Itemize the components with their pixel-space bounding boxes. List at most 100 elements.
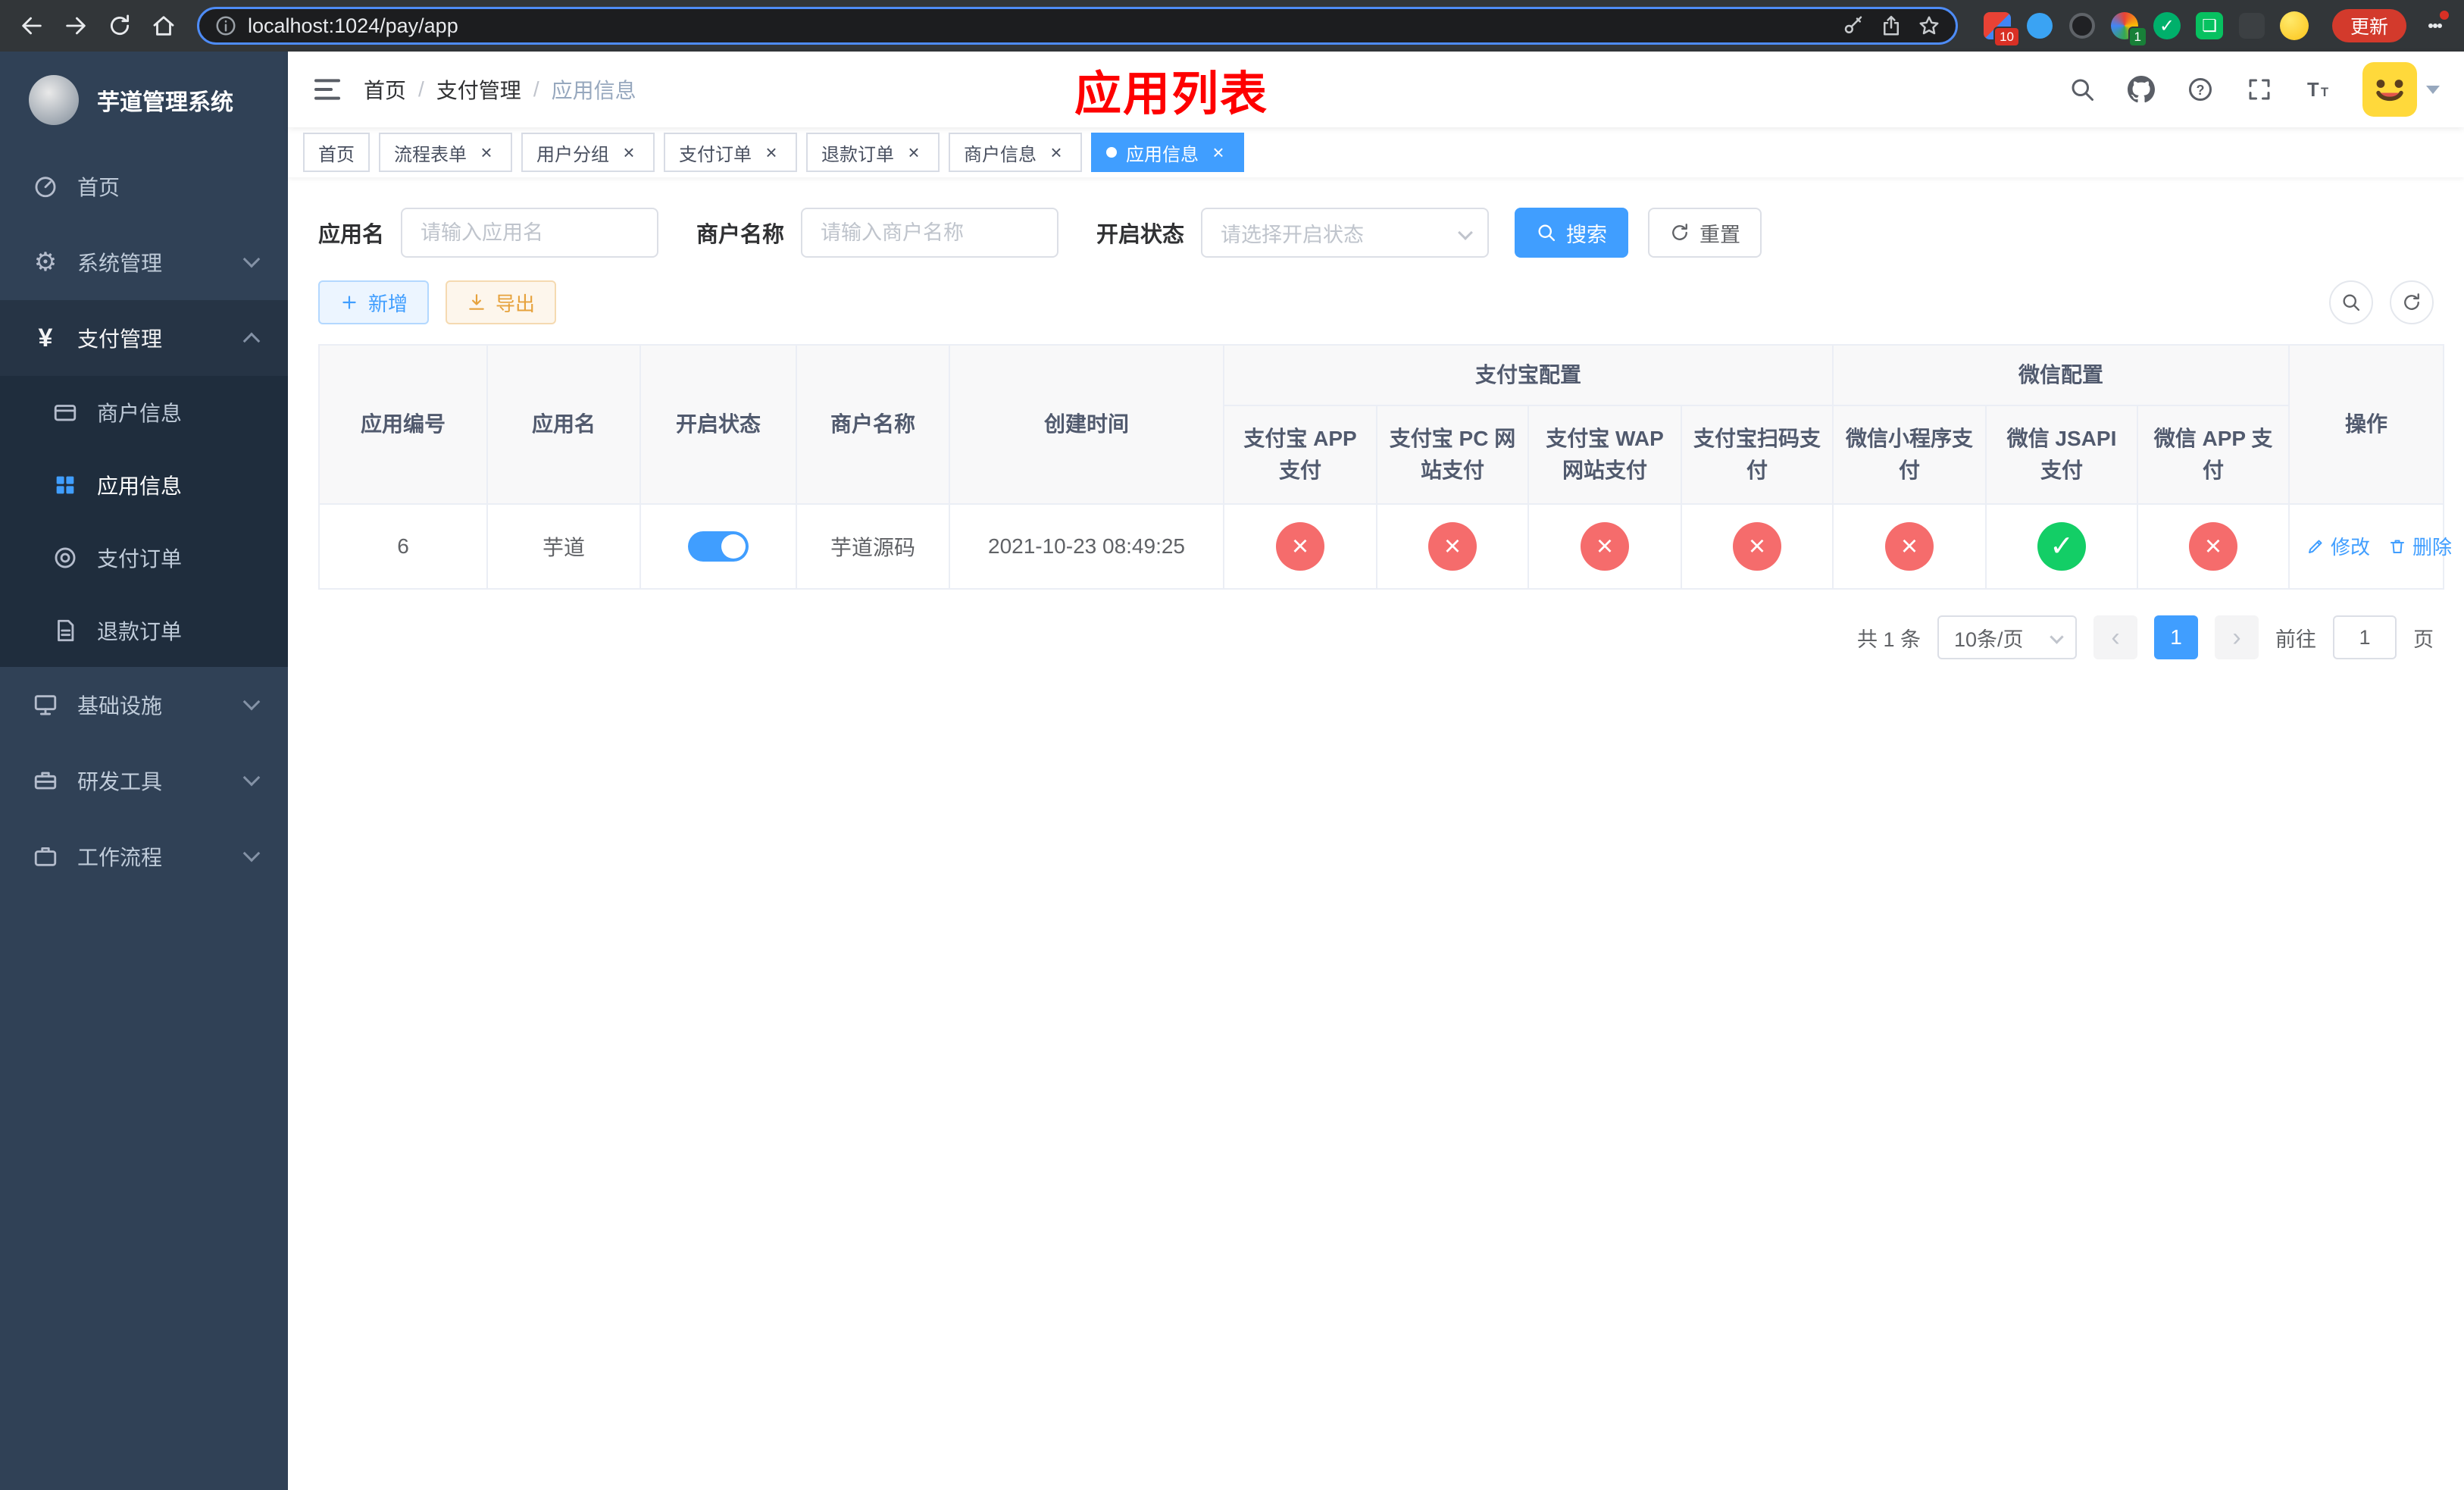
cell-app-name: 芋道 <box>486 503 641 590</box>
col-alipay-qr: 支付宝扫码支付 <box>1680 405 1834 505</box>
share-icon[interactable] <box>1880 14 1903 37</box>
password-key-icon[interactable] <box>1842 14 1865 37</box>
sidebar-item-pay-order[interactable]: 支付订单 <box>0 521 288 594</box>
sidebar-item-payment[interactable]: ¥ 支付管理 <box>0 300 288 376</box>
close-icon[interactable]: × <box>761 142 782 163</box>
sidebar-collapse-button[interactable] <box>312 74 342 105</box>
goto-suffix: 页 <box>2413 628 2434 651</box>
alipay-pc-status-icon: × <box>1428 522 1477 571</box>
chrome-update-button[interactable]: 更新 <box>2331 9 2406 42</box>
sidebar-item-label: 支付管理 <box>77 327 163 351</box>
avatar[interactable] <box>2362 62 2417 117</box>
github-icon[interactable] <box>2126 74 2156 105</box>
goto-page-input[interactable] <box>2333 615 2397 659</box>
extension-emoji-icon[interactable] <box>2279 11 2309 41</box>
chevron-down-icon <box>242 250 261 268</box>
trash-icon <box>2391 540 2405 553</box>
help-icon[interactable]: ? <box>2185 74 2215 105</box>
chevron-down-icon <box>1458 225 1473 240</box>
app-name-input[interactable] <box>401 208 659 258</box>
browser-forward-button[interactable] <box>56 6 95 45</box>
extension-dark-circle-icon[interactable] <box>2067 11 2097 41</box>
sidebar-item-home[interactable]: 首页 <box>0 149 288 224</box>
browser-menu-button[interactable] <box>2419 6 2452 45</box>
font-size-icon[interactable]: TT <box>2303 74 2334 105</box>
sidebar-item-refund-order[interactable]: 退款订单 <box>0 594 288 667</box>
col-merchant: 商户名称 <box>796 344 950 505</box>
tab-process-form[interactable]: 流程表单 × <box>379 133 512 172</box>
status-select-placeholder: 请选择开启状态 <box>1221 223 1365 246</box>
search-icon <box>1538 224 1556 242</box>
merchant-name-input[interactable] <box>801 208 1059 258</box>
toggle-search-button[interactable] <box>2329 280 2373 324</box>
export-button[interactable]: 导出 <box>446 280 557 324</box>
sidebar-item-system[interactable]: ⚙ 系统管理 <box>0 224 288 300</box>
sidebar-item-label: 商户信息 <box>97 402 183 425</box>
status-toggle[interactable] <box>688 531 749 562</box>
tab-home[interactable]: 首页 <box>303 133 370 172</box>
search-button[interactable]: 搜索 <box>1515 208 1629 258</box>
breadcrumb-payment[interactable]: 支付管理 <box>436 74 521 105</box>
sidebar-item-infrastructure[interactable]: 基础设施 <box>0 667 288 743</box>
breadcrumb-home[interactable]: 首页 <box>364 74 406 105</box>
page-1-button[interactable]: 1 <box>2154 615 2198 659</box>
toolbox-icon <box>30 765 61 796</box>
extension-puzzle-icon[interactable] <box>2237 11 2267 41</box>
delete-link[interactable]: 删除 <box>2388 532 2452 560</box>
app-name-label: 应用名 <box>318 223 385 247</box>
url-text[interactable]: localhost:1024/pay/app <box>248 14 1842 38</box>
url-bar[interactable]: localhost:1024/pay/app <box>197 7 1958 45</box>
tab-refund-order[interactable]: 退款订单 × <box>806 133 940 172</box>
bookmark-star-icon[interactable] <box>1918 14 1940 37</box>
status-select[interactable]: 请选择开启状态 <box>1201 208 1490 258</box>
sidebar-item-label: 退款订单 <box>97 620 183 643</box>
next-page-button[interactable]: › <box>2215 615 2259 659</box>
sidebar-item-app-info[interactable]: 应用信息 <box>0 449 288 521</box>
add-button[interactable]: 新增 <box>318 280 430 324</box>
close-icon[interactable]: × <box>618 142 639 163</box>
search-icon[interactable] <box>2067 74 2097 105</box>
sidebar-item-workflow[interactable]: 工作流程 <box>0 819 288 894</box>
pencil-icon <box>2309 540 2322 553</box>
extension-chat-icon[interactable]: ❏ <box>2194 11 2225 41</box>
col-alipay-app: 支付宝 APP 支付 <box>1223 405 1377 505</box>
tab-pay-order[interactable]: 支付订单 × <box>664 133 797 172</box>
site-info-icon <box>216 16 236 36</box>
browser-reload-button[interactable] <box>100 6 139 45</box>
close-icon[interactable]: × <box>1208 142 1229 163</box>
close-icon[interactable]: × <box>1046 142 1067 163</box>
close-icon[interactable]: × <box>903 142 924 163</box>
sidebar-item-label: 应用信息 <box>97 474 183 498</box>
browser-back-button[interactable] <box>12 6 52 45</box>
reload-icon <box>111 14 130 36</box>
breadcrumb-current: 应用信息 <box>551 79 636 102</box>
pay-order-icon <box>50 543 80 573</box>
col-actions: 操作 <box>2288 344 2445 505</box>
page-size-select[interactable]: 10条/页 <box>1937 615 2077 659</box>
tab-user-group[interactable]: 用户分组 × <box>521 133 655 172</box>
prev-page-button[interactable]: ‹ <box>2093 615 2137 659</box>
sidebar-item-merchant-info[interactable]: 商户信息 <box>0 376 288 449</box>
extension-adblock-icon[interactable]: 10 <box>1982 11 2020 47</box>
reset-button[interactable]: 重置 <box>1648 208 1762 258</box>
close-icon[interactable]: × <box>476 142 497 163</box>
credit-card-icon <box>50 397 80 427</box>
merchant-name-label: 商户名称 <box>696 223 785 247</box>
user-menu[interactable] <box>2362 62 2440 117</box>
extension-colorful-icon[interactable]: 1 <box>2109 11 2147 47</box>
extension-blue-icon[interactable] <box>2025 11 2055 41</box>
fullscreen-icon[interactable] <box>2244 74 2275 105</box>
extension-green-check-icon[interactable]: ✓ <box>2152 11 2182 41</box>
chevron-down-icon <box>2050 630 2064 644</box>
back-arrow-icon <box>22 17 42 35</box>
pagination-total: 共 1 条 <box>1856 628 1921 651</box>
edit-link[interactable]: 修改 <box>2306 532 2370 560</box>
col-alipay-wap: 支付宝 WAP 网站支付 <box>1527 405 1682 505</box>
refresh-table-button[interactable] <box>2390 280 2434 324</box>
tab-merchant-info[interactable]: 商户信息 × <box>949 133 1082 172</box>
app-logo[interactable]: 芋道管理系统 <box>0 52 288 149</box>
sidebar-item-dev-tools[interactable]: 研发工具 <box>0 743 288 819</box>
col-group-wechat: 微信配置 <box>1832 344 2290 406</box>
tab-app-info[interactable]: 应用信息 × <box>1091 133 1244 172</box>
browser-home-button[interactable] <box>144 6 183 45</box>
